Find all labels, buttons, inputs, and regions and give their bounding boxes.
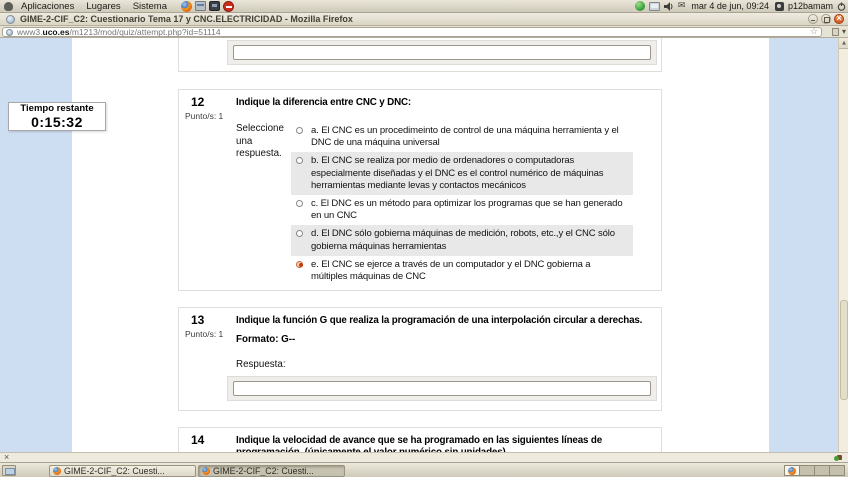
radio-unchecked-icon[interactable] [296,230,303,237]
window-controls [808,14,848,24]
task-button-label: GIME-2-CIF_C2: Cuesti... [64,466,165,476]
option-text: d. El DNC sólo gobierna máquinas de medi… [311,228,615,251]
urlbar-right-controls: ▾ [832,27,846,37]
question-points: Punto/s: 1 [185,329,223,339]
mail-icon[interactable]: ✉ [678,2,686,11]
answer-options: a. El CNC es un procedimeinto de control… [291,122,633,286]
radio-unchecked-icon[interactable] [296,157,303,164]
radio-unchecked-icon[interactable] [296,200,303,207]
panel-username[interactable]: p12bamam [788,1,833,11]
workspace-3[interactable] [814,465,830,476]
bottom-taskbar: GIME-2-CIF_C2: Cuesti... GIME-2-CIF_C2: … [0,462,848,477]
gnome-menu-icon [4,2,13,11]
timer-value: 0:15:32 [9,115,105,130]
option-text: a. El CNC es un procedimeinto de control… [311,125,619,148]
desktop: Aplicaciones Lugares Sistema ✉ mar 4 de … [0,0,848,477]
workspace-1[interactable] [784,465,800,476]
firefox-icon [202,467,210,475]
answer-band [227,40,657,65]
answer-format: Formato: G-- [236,334,295,345]
question-points: Punto/s: 1 [185,111,223,121]
maximize-button[interactable] [821,14,831,24]
option-text: b. El CNC se realiza por medio de ordena… [311,155,603,190]
radio-unchecked-icon[interactable] [296,127,303,134]
show-desktop-button[interactable] [2,465,16,476]
blocked-launcher-icon[interactable] [223,1,234,12]
question-number: 12 [191,95,204,109]
menu-lugares[interactable]: Lugares [80,0,126,13]
find-bar: × [0,452,848,462]
menu-sistema[interactable]: Sistema [127,0,173,13]
workspace-2[interactable] [799,465,815,476]
question-text: Indique la velocidad de avance que se ha… [236,435,628,452]
question-12-box: 12 Punto/s: 1 Indique la diferencia entr… [178,89,662,291]
page-viewport: Tiempo restante 0:15:32 12 Punto/s: 1 In… [0,38,838,452]
window-icon [6,15,15,24]
findbar-close-icon[interactable]: × [4,453,9,462]
q13-answer-input[interactable] [233,381,651,396]
scrollbar-thumb[interactable] [840,300,848,400]
task-button-1[interactable]: GIME-2-CIF_C2: Cuesti... [49,465,196,477]
question-prompt: Seleccione una respuesta. [236,123,291,161]
panel-launchers [181,1,234,12]
answer-option-d[interactable]: d. El DNC sólo gobierna máquinas de medi… [291,225,633,255]
question-text: Indique la diferencia entre CNC y DNC: [236,97,411,109]
answer-label: Respuesta: [236,359,286,370]
question-number: 13 [191,313,204,327]
firefox-titlebar[interactable]: GIME-2-CIF_C2: Cuestionario Tema 17 y CN… [0,13,848,26]
answer-option-b[interactable]: b. El CNC se realiza por medio de ordena… [291,152,633,195]
option-text: e. El CNC se ejerce a través de un compu… [311,259,590,282]
vertical-scrollbar[interactable]: ▲ [838,38,848,452]
question-14-box: 14 Indique la velocidad de avance que se… [178,427,662,452]
history-dropdown-icon[interactable]: ▾ [842,27,846,37]
menu-aplicaciones[interactable]: Aplicaciones [15,0,80,13]
filemanager-launcher-icon[interactable] [195,1,206,11]
feed-icon[interactable] [832,28,839,36]
option-text: c. El DNC es un método para optimizar lo… [311,198,622,221]
statusbar-addon-icon[interactable] [834,455,842,462]
gnome-top-panel: Aplicaciones Lugares Sistema ✉ mar 4 de … [0,0,848,13]
terminal-launcher-icon[interactable] [209,1,220,11]
url-subdomain: www3. [17,27,43,37]
panel-clock[interactable]: mar 4 de jun, 09:24 [689,1,771,11]
question-13-box: 13 Punto/s: 1 Indique la función G que r… [178,307,662,411]
url-path: /m1213/mod/quiz/attempt.php?id=51114 [69,27,220,37]
firefox-icon [53,467,61,475]
site-identity-icon[interactable] [6,29,13,36]
minimize-button[interactable] [808,14,818,24]
answer-option-e[interactable]: e. El CNC se ejerce a través de un compu… [291,256,633,286]
answer-band [227,376,657,401]
scroll-up-arrow-icon[interactable]: ▲ [839,38,848,49]
question-11-box [178,38,662,72]
page-right-margin [769,38,838,452]
bookmark-star-icon[interactable]: ☆ [810,28,821,37]
radio-checked-icon[interactable] [296,261,303,268]
url-domain: uco.es [43,27,70,37]
close-button[interactable] [834,14,844,24]
answer-option-c[interactable]: c. El DNC es un método para optimizar lo… [291,195,633,225]
system-tray: ✉ mar 4 de jun, 09:24 p12bamam [635,1,848,11]
firefox-icon [788,467,796,475]
address-input[interactable]: www3.uco.es/m1213/mod/quiz/attempt.php?i… [2,27,822,37]
quiz-timer: Tiempo restante 0:15:32 [8,102,106,131]
q11-answer-input[interactable] [233,45,651,60]
volume-icon[interactable] [664,2,674,11]
workspace-switcher [785,465,845,476]
firefox-launcher-icon[interactable] [181,1,192,12]
power-icon[interactable] [837,2,846,11]
page-left-margin [0,38,72,452]
window-title: GIME-2-CIF_C2: Cuestionario Tema 17 y CN… [20,14,353,24]
question-text: Indique la función G que realiza la prog… [236,315,642,327]
user-avatar-icon[interactable] [775,2,784,11]
answer-option-a[interactable]: a. El CNC es un procedimeinto de control… [291,122,633,152]
firefox-urlbar: www3.uco.es/m1213/mod/quiz/attempt.php?i… [0,26,848,38]
url-text: www3.uco.es/m1213/mod/quiz/attempt.php?i… [17,27,810,37]
task-button-2[interactable]: GIME-2-CIF_C2: Cuesti... [198,465,345,477]
update-notifier-icon[interactable] [635,1,645,11]
task-button-label: GIME-2-CIF_C2: Cuesti... [213,466,314,476]
network-monitor-icon[interactable] [649,2,660,11]
question-number: 14 [191,433,204,447]
workspace-4[interactable] [829,465,845,476]
